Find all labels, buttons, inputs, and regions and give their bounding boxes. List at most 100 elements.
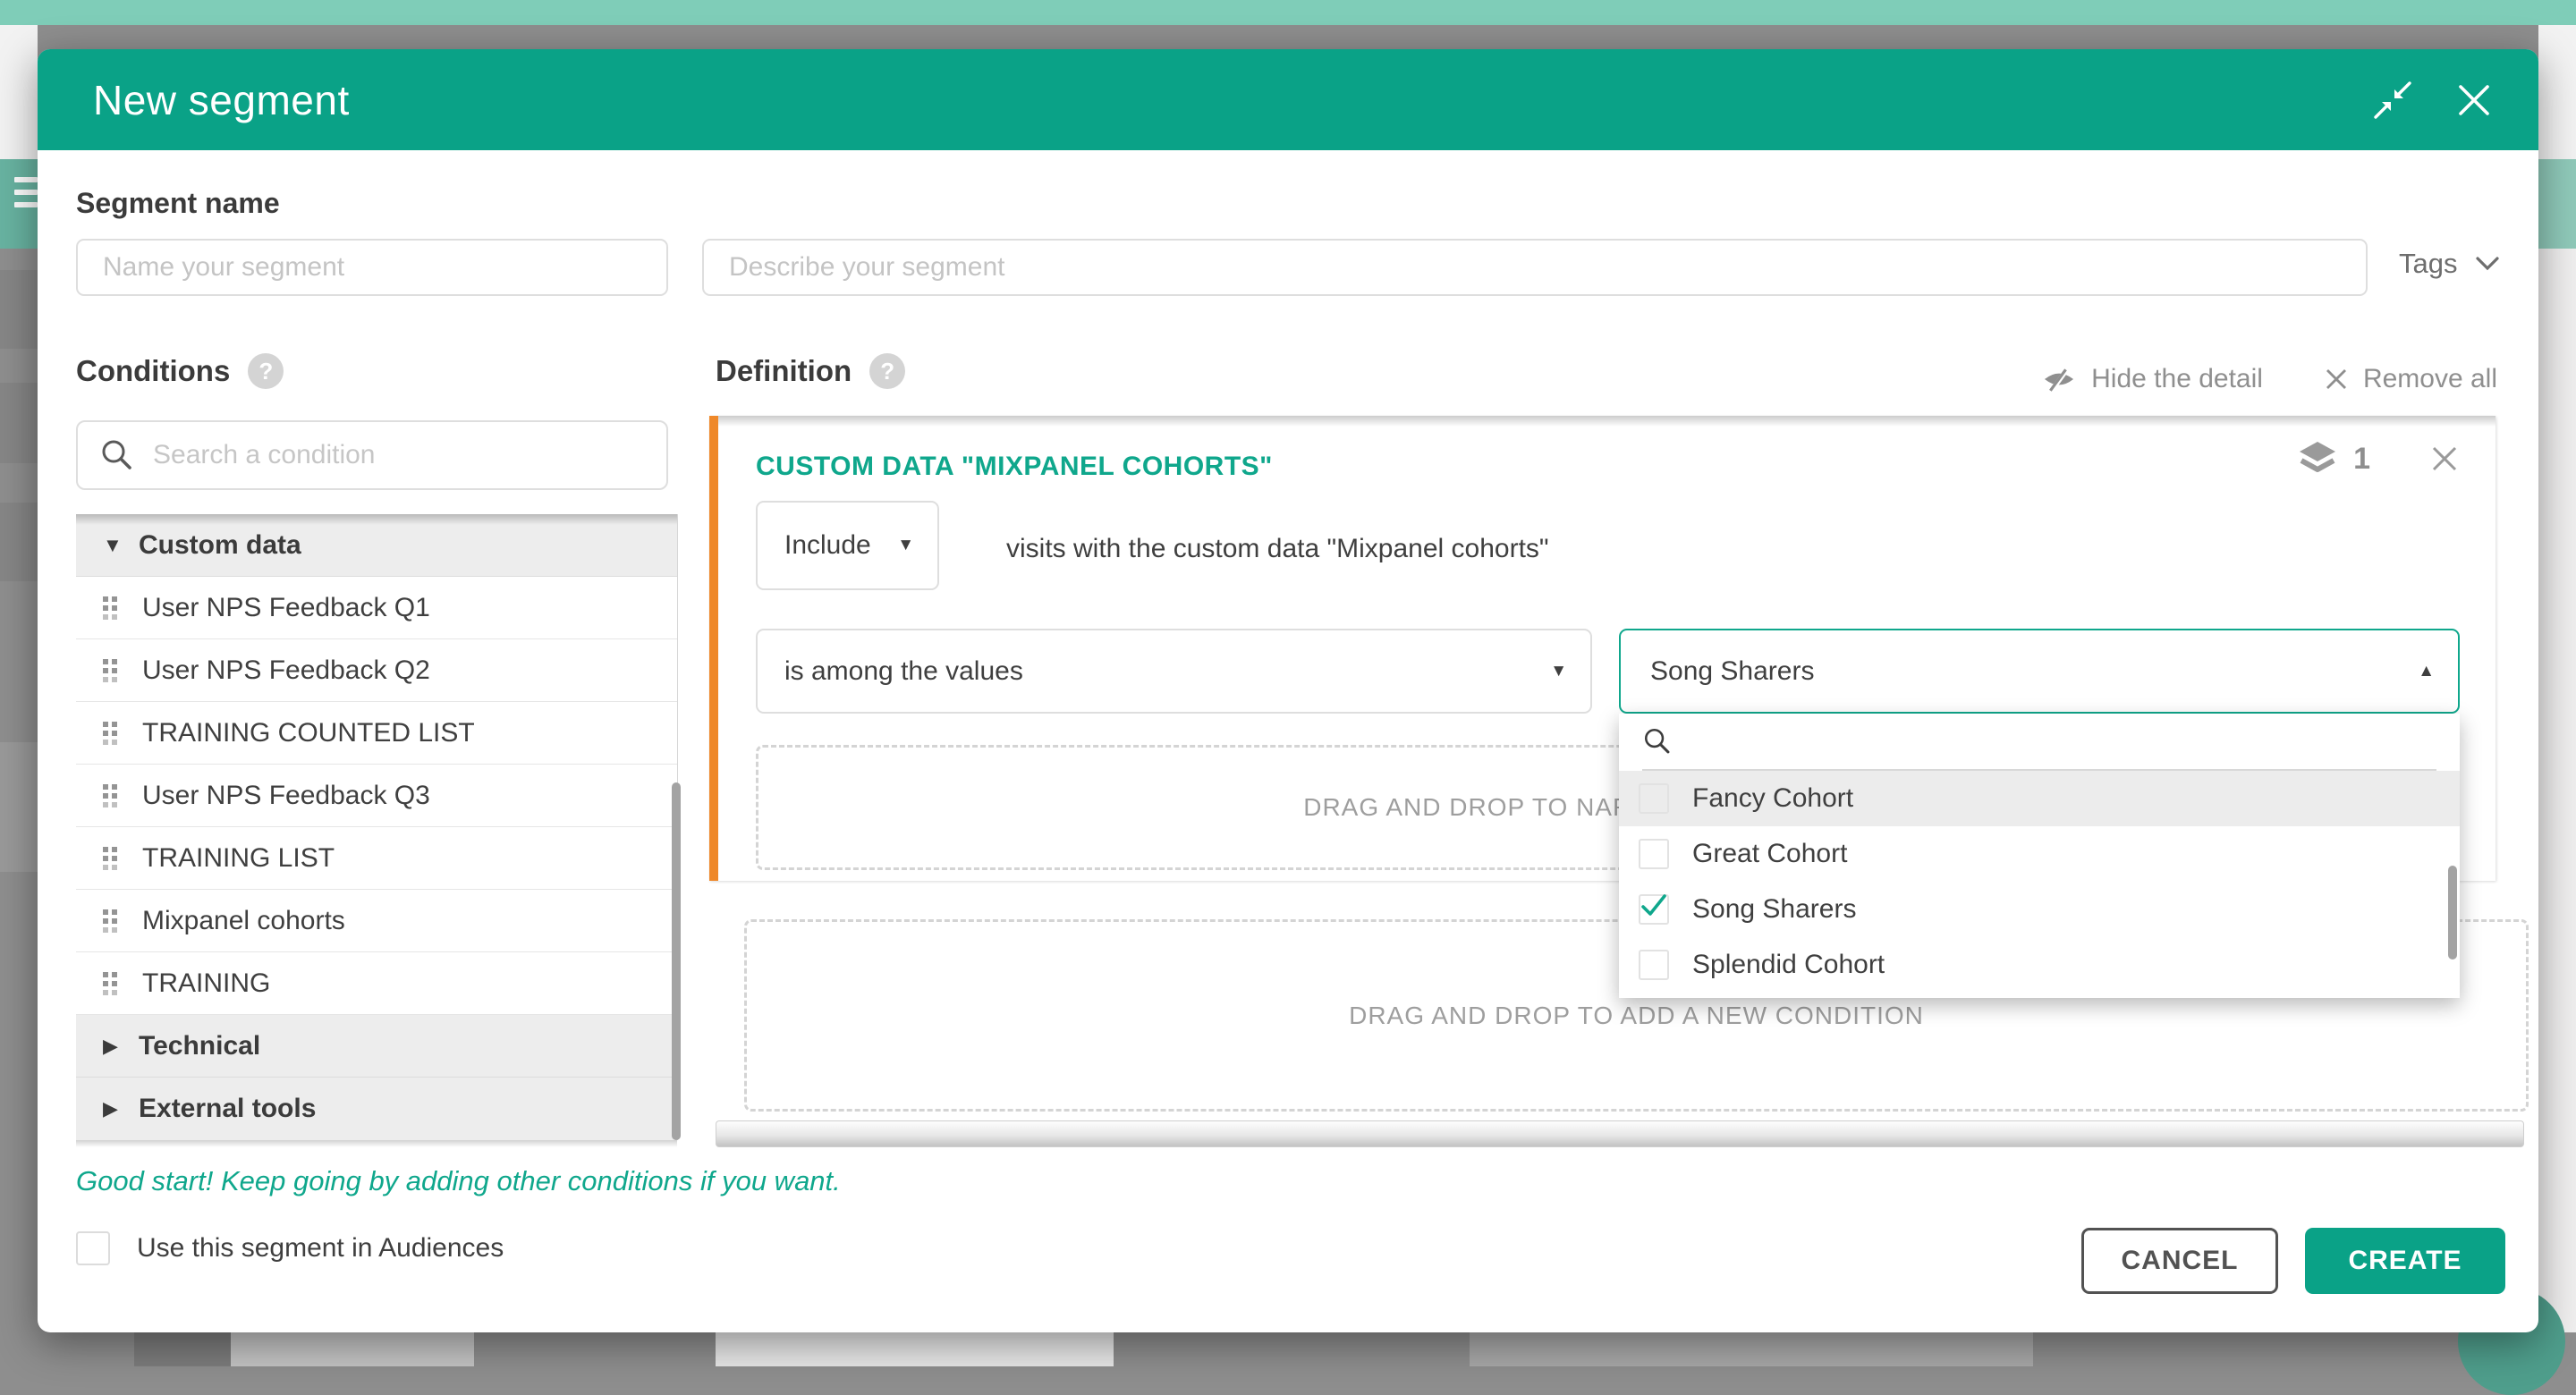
- close-icon[interactable]: [2456, 82, 2492, 118]
- drag-handle-icon: [103, 596, 117, 620]
- search-icon: [1642, 726, 1673, 757]
- include-value: Include: [784, 530, 871, 561]
- help-icon[interactable]: ?: [869, 353, 905, 389]
- operator-select[interactable]: is among the values ▼: [756, 629, 1592, 714]
- background-right-nav: [2538, 159, 2576, 249]
- collapse-icon[interactable]: [2372, 80, 2413, 121]
- remove-all-button[interactable]: Remove all: [2324, 364, 2497, 394]
- checkbox-unchecked[interactable]: [1639, 783, 1669, 814]
- option-label: Song Sharers: [1692, 894, 1856, 925]
- option-fancy-cohort[interactable]: Fancy Cohort: [1619, 771, 2460, 826]
- conditions-title-text: Conditions: [76, 354, 230, 388]
- caret-right-icon: ▶: [103, 1097, 139, 1120]
- condition-item-label: User NPS Feedback Q3: [142, 781, 430, 811]
- condition-group-custom-data[interactable]: ▼ Custom data: [76, 514, 677, 577]
- create-button[interactable]: CREATE: [2305, 1228, 2505, 1294]
- option-label: Fancy Cohort: [1692, 783, 1853, 814]
- condition-item[interactable]: User NPS Feedback Q3: [76, 765, 677, 827]
- option-great-cohort[interactable]: Great Cohort: [1619, 826, 2460, 882]
- add-condition-hint: DRAG AND DROP TO ADD A NEW CONDITION: [1349, 1002, 1924, 1030]
- condition-item[interactable]: TRAINING COUNTED LIST: [76, 702, 677, 765]
- conditions-section-title: Conditions ?: [76, 353, 284, 389]
- remove-all-label: Remove all: [2363, 364, 2497, 394]
- modal-title: New segment: [93, 76, 350, 124]
- drag-handle-icon: [103, 784, 117, 807]
- option-label: Splendid Cohort: [1692, 950, 1885, 980]
- include-select[interactable]: Include ▼: [756, 501, 939, 590]
- drag-handle-icon: [103, 972, 117, 995]
- drag-handle-icon: [103, 659, 117, 682]
- remove-condition-icon[interactable]: [2429, 444, 2460, 474]
- caret-down-icon: ▼: [1550, 662, 1567, 681]
- group-label: External tools: [139, 1094, 316, 1124]
- condition-item[interactable]: TRAINING: [76, 952, 677, 1015]
- remove-all-x-icon: [2324, 367, 2349, 392]
- caret-right-icon: ▶: [103, 1035, 139, 1058]
- condition-group-technical[interactable]: ▶ Technical: [76, 1015, 677, 1078]
- condition-item[interactable]: User NPS Feedback Q2: [76, 639, 677, 702]
- definition-title-text: Definition: [716, 354, 852, 388]
- definition-horizontal-scrollbar[interactable]: [716, 1120, 2524, 1147]
- caret-up-icon: ▲: [2418, 662, 2435, 681]
- condition-description: visits with the custom data "Mixpanel co…: [1006, 534, 1549, 564]
- tags-dropdown[interactable]: Tags: [2399, 248, 2500, 280]
- tags-label: Tags: [2399, 248, 2457, 280]
- checkbox-unchecked[interactable]: [1639, 839, 1669, 869]
- operator-value: is among the values: [784, 656, 1023, 687]
- layer-count: 1: [2353, 442, 2370, 477]
- condition-item-label: Mixpanel cohorts: [142, 906, 345, 936]
- cancel-button[interactable]: CANCEL: [2081, 1228, 2278, 1294]
- group-label: Technical: [139, 1031, 260, 1061]
- audiences-checkbox[interactable]: [76, 1231, 110, 1265]
- hide-detail-label: Hide the detail: [2091, 364, 2263, 394]
- values-scrollbar[interactable]: [2448, 866, 2457, 960]
- condition-group-external-tools[interactable]: ▶ External tools: [76, 1078, 677, 1140]
- audiences-label: Use this segment in Audiences: [137, 1233, 504, 1264]
- check-icon: [1639, 891, 1669, 921]
- condition-item-label: User NPS Feedback Q1: [142, 593, 430, 623]
- new-segment-modal: New segment Segment n: [38, 49, 2538, 1332]
- hamburger-icon: [14, 177, 38, 182]
- conditions-list: ▼ Custom data User NPS Feedback Q1 User …: [76, 514, 678, 1140]
- condition-item-label: TRAINING LIST: [142, 843, 335, 874]
- encouragement-hint: Good start! Keep going by adding other c…: [76, 1165, 841, 1197]
- condition-search: [76, 420, 668, 490]
- values-dropdown: Fancy Cohort Great Cohort Song Sharers S…: [1619, 714, 2460, 998]
- background-right-header: [2538, 25, 2576, 159]
- option-label: Great Cohort: [1692, 839, 1847, 869]
- drag-handle-icon: [103, 722, 117, 745]
- condition-card-title: CUSTOM DATA "MIXPANEL COHORTS": [756, 452, 1273, 482]
- checkbox-unchecked[interactable]: [1639, 950, 1669, 980]
- segment-name-label: Segment name: [76, 187, 280, 220]
- condition-search-input[interactable]: [151, 439, 666, 471]
- background-left-content: [0, 249, 38, 1366]
- drag-handle-icon: [103, 909, 117, 933]
- background-top-bar: [0, 0, 2576, 25]
- checkbox-checked[interactable]: [1639, 894, 1669, 925]
- conditions-scrollbar[interactable]: [672, 782, 681, 1140]
- background-right-content: [2538, 249, 2576, 1366]
- option-song-sharers[interactable]: Song Sharers: [1619, 882, 2460, 937]
- caret-down-icon: ▼: [897, 536, 914, 555]
- segment-name-input[interactable]: [76, 239, 668, 296]
- option-splendid-cohort[interactable]: Splendid Cohort: [1619, 937, 2460, 993]
- help-icon[interactable]: ?: [248, 353, 284, 389]
- search-icon: [99, 437, 135, 473]
- hamburger-icon: [14, 190, 38, 195]
- condition-item[interactable]: Mixpanel cohorts: [76, 890, 677, 952]
- modal-header: New segment: [38, 49, 2538, 150]
- layers-icon: [2296, 439, 2339, 478]
- drag-handle-icon: [103, 847, 117, 870]
- chevron-down-icon: [2475, 256, 2500, 272]
- condition-item[interactable]: TRAINING LIST: [76, 827, 677, 890]
- condition-item[interactable]: User NPS Feedback Q1: [76, 577, 677, 639]
- values-select[interactable]: Song Sharers ▲: [1619, 629, 2460, 714]
- values-selected: Song Sharers: [1650, 656, 1814, 687]
- background-left-header: [0, 25, 38, 159]
- values-search[interactable]: [1642, 714, 2436, 771]
- background-left-nav: [0, 159, 38, 249]
- hide-detail-button[interactable]: Hide the detail: [2041, 364, 2263, 394]
- definition-section-title: Definition ?: [716, 353, 905, 389]
- hamburger-icon: [14, 202, 38, 207]
- segment-description-input[interactable]: [702, 239, 2368, 296]
